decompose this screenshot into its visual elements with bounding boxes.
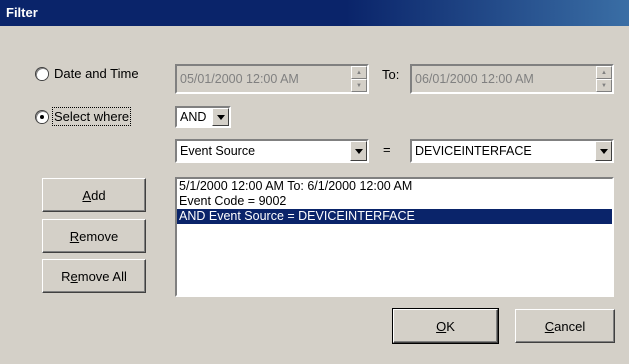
title-bar: Filter	[0, 0, 629, 26]
cancel-button[interactable]: Cancel	[515, 309, 615, 343]
list-item[interactable]: AND Event Source = DEVICEINTERFACE	[177, 209, 612, 224]
from-date-value: 05/01/2000 12:00 AM	[180, 72, 299, 86]
add-button[interactable]: Add	[42, 178, 146, 212]
select-where-label[interactable]: Select where	[51, 107, 132, 126]
match-value: DEVICEINTERFACE	[415, 144, 532, 158]
chevron-down-icon[interactable]	[595, 141, 612, 161]
criteria-list[interactable]: 5/1/2000 12:00 AM To: 6/1/2000 12:00 AM E…	[175, 177, 614, 297]
logic-operator-dropdown[interactable]: AND	[175, 106, 231, 128]
match-value-dropdown[interactable]: DEVICEINTERFACE	[410, 139, 614, 163]
date-time-radio[interactable]	[36, 68, 48, 80]
field-dropdown[interactable]: Event Source	[175, 139, 369, 163]
date-time-label[interactable]: Date and Time	[54, 66, 139, 81]
to-date-value: 06/01/2000 12:00 AM	[415, 72, 534, 86]
to-date-field[interactable]: 06/01/2000 12:00 AM ▲ ▼	[410, 64, 614, 94]
spin-down-icon[interactable]: ▼	[351, 79, 367, 92]
to-date-spinner[interactable]: ▲ ▼	[596, 66, 612, 92]
from-date-spinner[interactable]: ▲ ▼	[351, 66, 367, 92]
equals-label: =	[383, 142, 391, 157]
logic-operator-value: AND	[180, 110, 207, 124]
select-where-radio[interactable]	[36, 111, 48, 123]
list-item[interactable]: 5/1/2000 12:00 AM To: 6/1/2000 12:00 AM	[177, 179, 612, 194]
from-date-field[interactable]: 05/01/2000 12:00 AM ▲ ▼	[175, 64, 369, 94]
remove-button[interactable]: Remove	[42, 219, 146, 253]
chevron-down-icon[interactable]	[212, 108, 229, 126]
list-item[interactable]: Event Code = 9002	[177, 194, 612, 209]
spin-up-icon[interactable]: ▲	[351, 66, 367, 79]
ok-button[interactable]: OK	[392, 308, 499, 344]
remove-all-button[interactable]: Re move All	[42, 259, 146, 293]
chevron-down-icon[interactable]	[350, 141, 367, 161]
field-value: Event Source	[180, 144, 256, 158]
spin-down-icon[interactable]: ▼	[596, 79, 612, 92]
filter-dialog: Filter Date and Time 05/01/2000 12:00 AM…	[0, 0, 629, 364]
spin-up-icon[interactable]: ▲	[596, 66, 612, 79]
to-label: To:	[382, 67, 400, 82]
window-title: Filter	[6, 5, 38, 20]
radio-selected-dot	[40, 115, 44, 119]
